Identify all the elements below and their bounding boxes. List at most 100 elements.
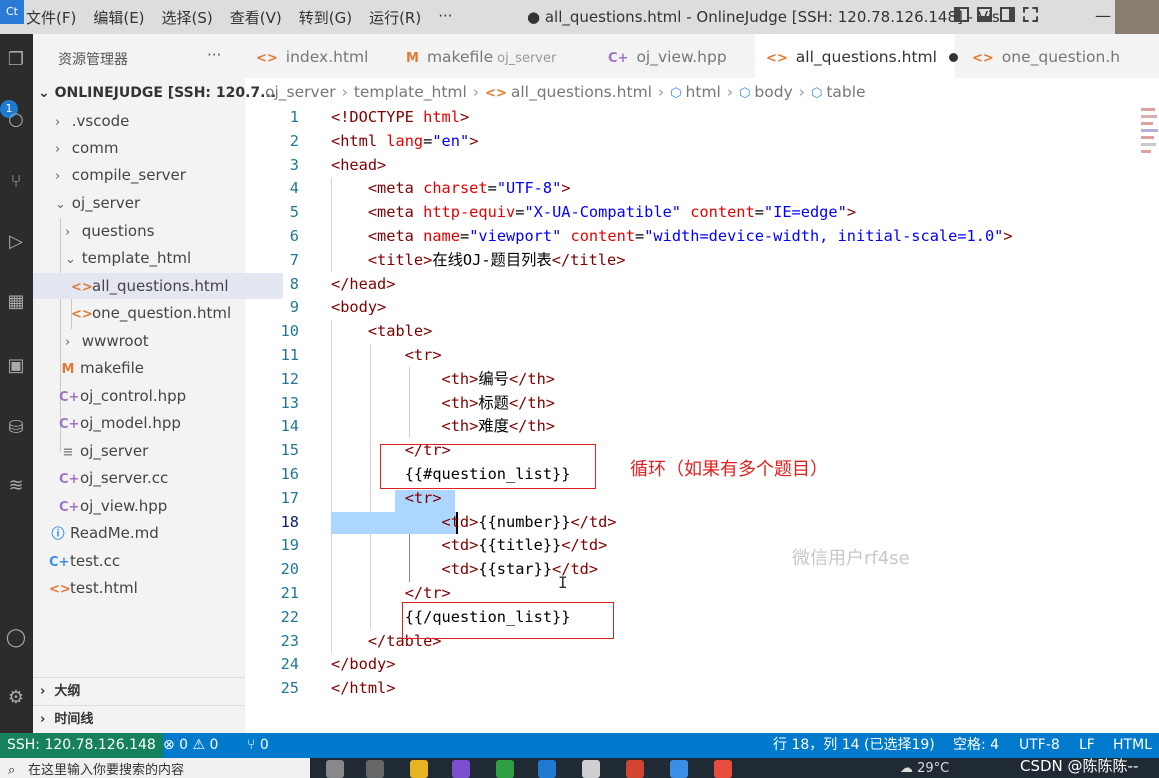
tree-file-oj-server-cc[interactable]: C+oj_server.cc [33, 465, 271, 491]
ports-indicator[interactable]: ⑂ 0 [247, 733, 269, 758]
html-file-icon: <> [71, 307, 93, 322]
toggle-panel-icon[interactable] [977, 7, 992, 22]
tab-index-html[interactable]: <> index.html [245, 34, 385, 78]
explorer-icon[interactable]: ❐ [4, 48, 28, 72]
typora-icon[interactable] [582, 760, 600, 778]
source-control-icon[interactable]: ⑂ [4, 170, 28, 194]
workspace-root[interactable]: ⌄ ONLINEJUDGE [SSH: 120.7... [38, 85, 276, 101]
encoding[interactable]: UTF-8 [1019, 733, 1060, 758]
breadcrumb-body[interactable]: body [754, 83, 792, 101]
account-icon[interactable]: ◯ [4, 626, 28, 650]
extensions-icon[interactable]: ▦ [4, 290, 28, 314]
minimap[interactable] [1139, 106, 1159, 156]
breadcrumb-html[interactable]: html [686, 83, 721, 101]
remote-indicator[interactable]: SSH: 120.78.126.148 [0, 733, 163, 758]
code-line: <th>标题</th> [441, 393, 556, 412]
tree-folder-comm[interactable]: › comm [33, 135, 267, 161]
problems-indicator[interactable]: ⊗ 0 ⚠ 0 [163, 733, 218, 758]
visual-studio-icon[interactable] [452, 760, 470, 778]
watermark-text: 微信用户rf4se [792, 548, 910, 569]
layers-icon[interactable]: ≋ [4, 474, 28, 498]
tree-file-test-cc[interactable]: C+test.cc [33, 548, 261, 574]
line-number: 15 [280, 441, 299, 460]
language-mode[interactable]: HTML [1113, 733, 1152, 758]
menu-edit[interactable]: 编辑(E) [93, 7, 144, 28]
vscode-logo-icon: Ct [0, 0, 24, 24]
outline-section[interactable]: › 大纲 [33, 677, 245, 705]
tree-file-readme[interactable]: ⓘ ReadMe.md [33, 520, 261, 546]
cortana-icon[interactable] [326, 760, 344, 778]
line-number: 3 [289, 155, 299, 174]
tab-all-questions[interactable]: <> all_questions.html [755, 34, 958, 78]
menu-run[interactable]: 运行(R) [369, 7, 421, 28]
search-icon[interactable]: ○ [4, 108, 28, 132]
menu-more[interactable]: ··· [438, 7, 452, 28]
line-number: 2 [289, 131, 299, 150]
menu-selection[interactable]: 选择(S) [162, 7, 213, 28]
vscode-taskbar-icon[interactable] [538, 760, 556, 778]
menu-go[interactable]: 转到(G) [299, 7, 352, 28]
tab-one-question[interactable]: <> one_question.h [961, 34, 1159, 78]
timeline-section[interactable]: › 时间线 [33, 705, 245, 733]
taskbar-search[interactable]: ⌕ 在这里输入你要搜索的内容 [0, 758, 310, 778]
chevron-down-icon: ⌄ [65, 252, 76, 267]
breadcrumb-file[interactable]: all_questions.html [511, 83, 652, 101]
remote-explorer-icon[interactable]: ▣ [4, 354, 28, 378]
chevron-right-icon: › [55, 115, 61, 130]
html-file-icon: <> [972, 51, 994, 66]
tree-folder-wwwroot[interactable]: › wwwroot [33, 328, 277, 354]
line-number: 22 [280, 607, 299, 626]
app-icon[interactable] [496, 760, 514, 778]
tree-file-makefile[interactable]: Mmakefile [33, 355, 271, 381]
tree-file-oj-view[interactable]: C+oj_view.hpp [33, 493, 271, 519]
run-debug-icon[interactable]: ▷ [4, 230, 28, 254]
tree-folder-questions[interactable]: › questions [33, 218, 277, 244]
chrome-icon[interactable] [714, 760, 732, 778]
database-icon[interactable]: ⛁ [4, 416, 28, 440]
settings-gear-icon[interactable]: ⚙ [4, 686, 28, 710]
cpp-file-icon: C+ [59, 390, 80, 405]
tree-file-oj-model[interactable]: C+oj_model.hpp [33, 410, 271, 436]
tree-file-oj-server-binary[interactable]: ≡ oj_server [33, 438, 271, 464]
customize-layout-icon[interactable] [1023, 7, 1038, 22]
code-editor[interactable]: 1 2 3 4 5 6 7 8 9 10 11 12 13 14 15 16 1… [245, 106, 1145, 706]
code-line: <td>{{title}}</td> [441, 536, 608, 555]
menu-file[interactable]: 文件(F) [26, 7, 76, 28]
mouse-ibeam-icon: I [558, 573, 568, 592]
app-icon[interactable] [626, 760, 644, 778]
minimize-button[interactable]: — [1095, 6, 1111, 25]
cpp-file-icon: C+ [59, 417, 80, 432]
tree-folder-compile-server[interactable]: › compile_server [33, 162, 267, 188]
breadcrumb-oj-server[interactable]: oj_server [265, 83, 336, 101]
tree-folder-vscode[interactable]: › .vscode [33, 108, 267, 134]
toggle-secondary-sidebar-icon[interactable] [1000, 7, 1015, 22]
tree-folder-template-html[interactable]: ⌄ template_html [33, 245, 277, 271]
breadcrumb-table[interactable]: table [826, 83, 865, 101]
app-icon[interactable] [670, 760, 688, 778]
breadcrumb: oj_server › template_html › <> all_questions.… [265, 83, 866, 101]
menu-view[interactable]: 查看(V) [230, 7, 282, 28]
chevron-right-icon: › [341, 83, 348, 101]
explorer-more-button[interactable]: ··· [207, 46, 221, 64]
task-view-icon[interactable] [366, 760, 384, 778]
breadcrumb-template-html[interactable]: template_html [354, 83, 467, 101]
explorer-sidebar: 资源管理器 ··· ⌄ ONLINEJUDGE [SSH: 120.7... ›… [33, 34, 283, 733]
line-number: 24 [280, 655, 299, 674]
title-bar: Ct 文件(F) 编辑(E) 选择(S) 查看(V) 转到(G) 运行(R) ·… [0, 0, 1159, 78]
tab-oj-view[interactable]: C+ oj_view.hpp [597, 34, 752, 78]
line-number: 19 [280, 536, 299, 555]
toggle-sidebar-icon[interactable] [954, 7, 969, 22]
file-explorer-icon[interactable] [410, 760, 428, 778]
tab-makefile[interactable]: Mmakefile oj_server [395, 34, 585, 78]
indentation[interactable]: 空格: 4 [953, 733, 999, 758]
end-of-line[interactable]: LF [1079, 733, 1095, 758]
unsaved-dot-icon[interactable] [948, 53, 958, 62]
tree-file-test-html[interactable]: <>test.html [33, 575, 261, 601]
cursor-position[interactable]: 行 18，列 14 (已选择19) [773, 733, 935, 758]
line-number: 5 [289, 203, 299, 222]
code-line: <th>编号</th> [441, 369, 556, 388]
tree-file-oj-control[interactable]: C+oj_control.hpp [33, 383, 271, 409]
symbol-element-icon: ⬡ [670, 86, 682, 101]
tree-folder-oj-server[interactable]: ⌄ oj_server [33, 190, 267, 216]
html-file-icon: <> [485, 86, 507, 101]
